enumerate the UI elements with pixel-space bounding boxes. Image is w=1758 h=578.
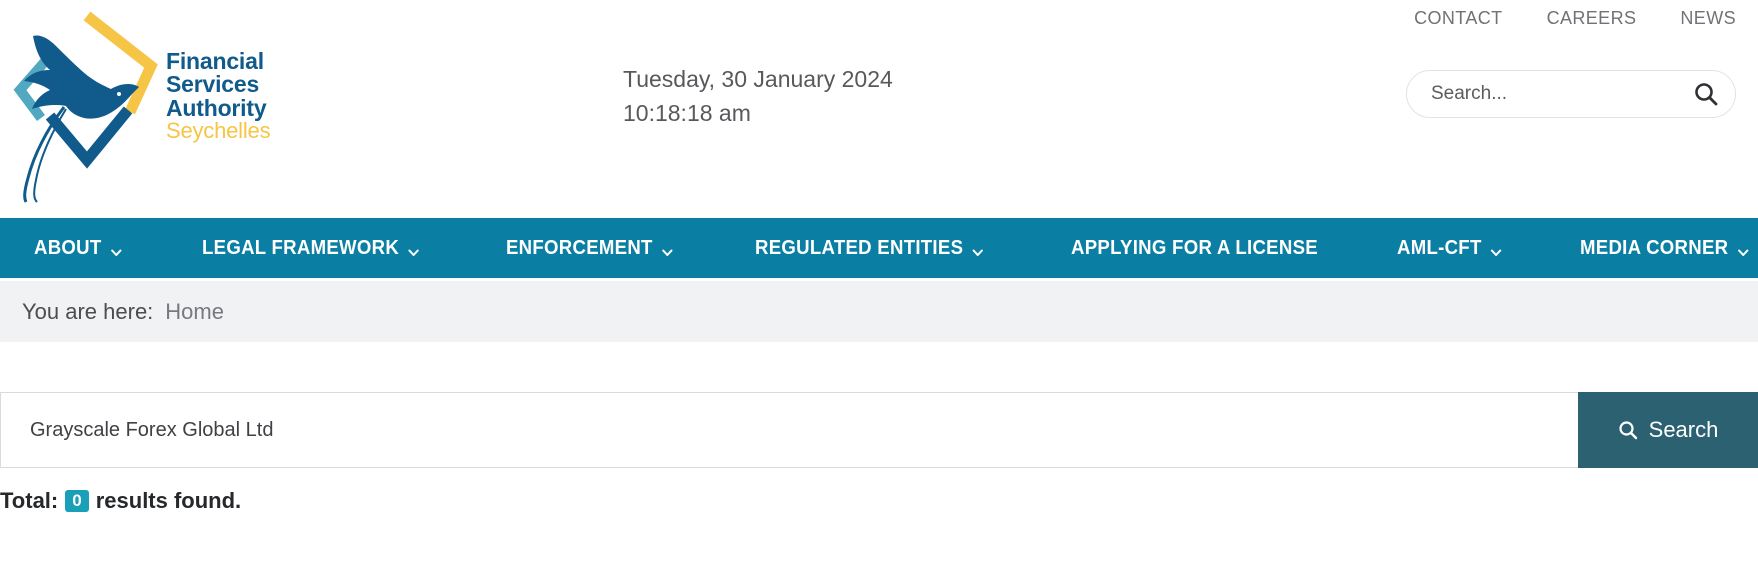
breadcrumb-item-home[interactable]: Home <box>165 299 224 325</box>
nav-item-regulated-entities[interactable]: REGULATED ENTITIES <box>755 237 984 260</box>
chevron-down-icon <box>1490 242 1502 256</box>
chevron-down-icon <box>407 242 419 256</box>
flying-bird-diamond-logo-icon <box>8 8 168 203</box>
search-submit-label: Search <box>1648 417 1719 442</box>
nav-item-about[interactable]: ABOUT <box>34 237 122 260</box>
top-utility-links: CONTACT CAREERS NEWS <box>1414 8 1736 29</box>
nav-item-label: ABOUT <box>34 236 102 259</box>
nav-item-label: LEGAL FRAMEWORK <box>201 236 399 259</box>
nav-item-media-corner[interactable]: MEDIA CORNER <box>1580 237 1749 260</box>
header-time: 10:18:18 am <box>623 100 751 126</box>
breadcrumb: You are here: Home <box>0 281 1758 342</box>
nav-item-enforcement[interactable]: ENFORCEMENT <box>506 237 673 260</box>
search-field-wrapper[interactable] <box>0 392 1578 468</box>
nav-item-label: ENFORCEMENT <box>505 236 653 259</box>
chevron-down-icon <box>661 242 673 256</box>
chevron-down-icon <box>110 242 122 256</box>
results-total: Total: 0 results found. <box>0 488 241 514</box>
logo-line-financial: Financial <box>166 48 264 74</box>
nav-item-label: MEDIA CORNER <box>1579 236 1729 259</box>
results-count-badge: 0 <box>65 490 89 512</box>
nav-item-legal-framework[interactable]: LEGAL FRAMEWORK <box>202 237 420 260</box>
top-link-contact[interactable]: CONTACT <box>1414 8 1502 29</box>
page-root: CONTACT CAREERS NEWS Financial Services … <box>0 0 1758 578</box>
nav-item-label: AML-CFT <box>1396 236 1482 259</box>
top-link-news[interactable]: NEWS <box>1680 8 1736 29</box>
chevron-down-icon <box>1736 242 1748 256</box>
chevron-down-icon <box>972 242 984 256</box>
logo-line-authority: Authority <box>166 94 267 121</box>
nav-item-applying-for-a-license[interactable]: APPLYING FOR A LICENSE <box>1071 237 1318 260</box>
search-submit-button[interactable]: Search <box>1578 392 1758 468</box>
search-input[interactable] <box>30 418 1578 442</box>
header-date: Tuesday, 30 January 2024 <box>623 66 893 92</box>
top-link-careers[interactable]: CAREERS <box>1547 8 1637 29</box>
search-form: Search <box>0 392 1758 468</box>
nav-item-label: REGULATED ENTITIES <box>755 236 964 259</box>
nav-item-aml-cft[interactable]: AML-CFT <box>1397 237 1502 260</box>
nav-item-label: APPLYING FOR A LICENSE <box>1071 236 1319 259</box>
site-logo[interactable]: Financial Services Authority Seychelles <box>8 8 298 203</box>
header-search-input[interactable] <box>1431 83 1693 105</box>
results-total-suffix: results found. <box>95 488 242 513</box>
main-navigation: ABOUT LEGAL FRAMEWORK ENFORCEMENT REGULA… <box>0 218 1758 278</box>
results-total-prefix: Total: <box>0 488 59 513</box>
search-icon <box>1618 420 1638 440</box>
logo-line-services: Services <box>166 71 260 98</box>
logo-line-seychelles: Seychelles <box>166 118 271 144</box>
search-icon[interactable] <box>1693 81 1719 107</box>
header-search-box[interactable] <box>1406 70 1736 118</box>
logo-wordmark: Financial Services Authority Seychelles <box>166 48 271 144</box>
breadcrumb-label: You are here: <box>22 298 154 324</box>
header-datetime: Tuesday, 30 January 2024 10:18:18 am <box>623 62 893 130</box>
